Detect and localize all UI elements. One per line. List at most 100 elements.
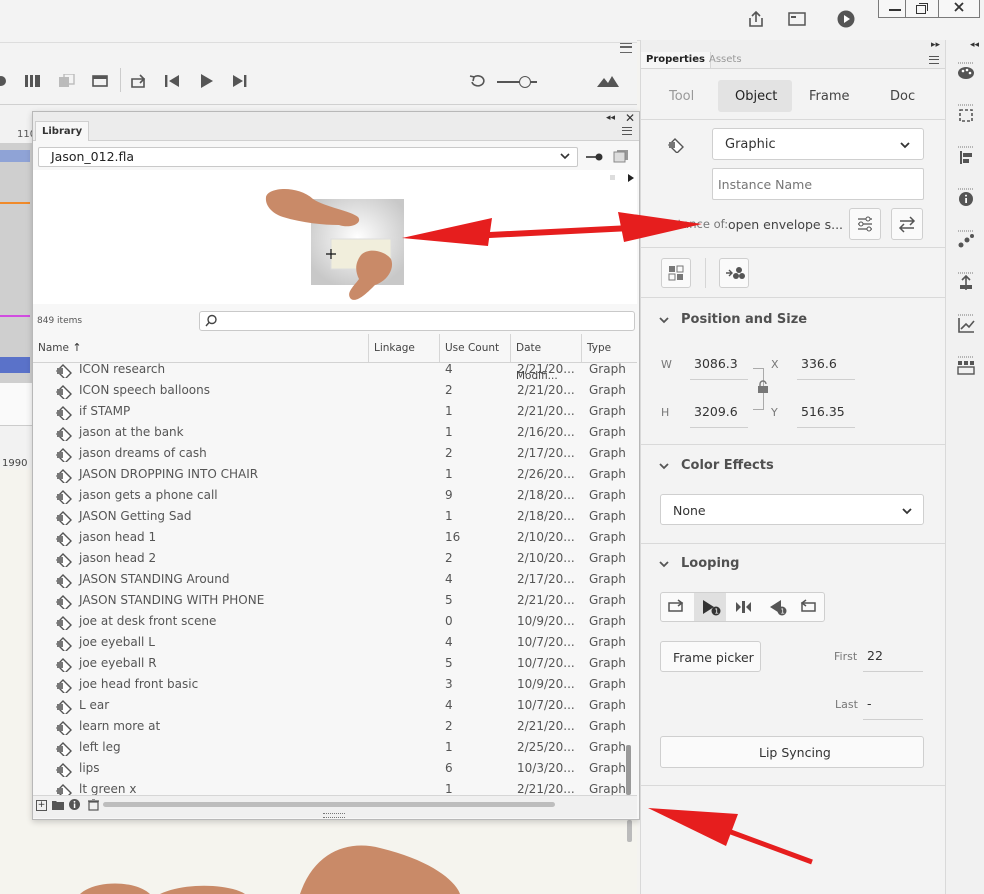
column-use-count[interactable]: Use Count <box>440 334 511 362</box>
tab-doc[interactable]: Doc <box>890 89 915 104</box>
first-frame-field[interactable]: 22 <box>867 648 883 663</box>
table-row[interactable]: jason dreams of cash 2 2/17/20... Graph <box>33 444 627 465</box>
stage-layout-icon[interactable] <box>92 74 108 88</box>
preview-play-icon[interactable] <box>627 173 635 183</box>
play-once-icon[interactable]: 1 <box>694 593 726 621</box>
width-field[interactable]: 3086.3 <box>694 356 738 371</box>
height-field[interactable]: 3209.6 <box>694 404 738 419</box>
x-field[interactable]: 336.6 <box>801 356 837 371</box>
table-row[interactable]: joe at desk front scene 0 10/9/20... Graph <box>33 612 627 633</box>
y-field[interactable]: 516.35 <box>801 404 845 419</box>
table-row[interactable]: joe eyeball R 5 10/7/20... Graph <box>33 654 627 675</box>
frame-picker-button[interactable]: Frame picker <box>660 641 761 672</box>
play-icon[interactable] <box>836 9 856 29</box>
table-row[interactable]: L ear 4 10/7/20... Graph <box>33 696 627 717</box>
column-date-modified[interactable]: Date Modifi... <box>511 334 582 382</box>
align-icon[interactable] <box>661 258 691 288</box>
step-back-icon[interactable] <box>164 74 180 88</box>
new-library-panel-icon[interactable] <box>613 149 629 163</box>
table-row[interactable]: JASON DROPPING INTO CHAIR 1 2/26/20... Grap… <box>33 465 627 486</box>
zoom-slider-handle[interactable] <box>519 76 531 88</box>
tab-frame[interactable]: Frame <box>809 89 850 104</box>
loop-icon[interactable] <box>130 73 148 89</box>
transform-icon[interactable] <box>955 102 977 124</box>
tab-object[interactable]: Object <box>718 80 792 112</box>
play-once-reverse-icon[interactable]: 1 <box>760 593 792 621</box>
table-row[interactable]: jason head 2 2 2/10/20... Graph <box>33 549 627 570</box>
lock-icon[interactable] <box>757 380 769 394</box>
align-panel-icon[interactable] <box>955 144 977 166</box>
single-frame-icon[interactable] <box>727 593 759 621</box>
column-type[interactable]: Type <box>582 334 637 362</box>
chevron-down-icon[interactable] <box>659 461 669 471</box>
chevron-down-icon[interactable] <box>659 559 669 569</box>
onion-skin-icon[interactable] <box>0 76 6 86</box>
panel-toggle-icon[interactable] <box>787 10 807 28</box>
close-panel-icon[interactable]: ✕ <box>625 111 635 125</box>
restore-icon[interactable] <box>905 0 939 18</box>
chevron-down-icon[interactable] <box>659 315 669 325</box>
last-frame-field[interactable]: - <box>867 696 872 711</box>
tab-properties[interactable]: Properties <box>641 52 711 68</box>
column-name[interactable]: Name ↑ <box>33 334 369 362</box>
scrollbar-thumb[interactable] <box>626 745 631 795</box>
swap-symbol-button[interactable] <box>891 208 923 240</box>
symbol-type-select[interactable]: Graphic <box>712 128 924 160</box>
library-menu-icon[interactable] <box>622 127 632 135</box>
loop-icon[interactable] <box>661 593 693 621</box>
info-icon[interactable] <box>69 799 80 810</box>
tab-assets[interactable]: Assets <box>709 52 742 67</box>
delete-icon[interactable] <box>88 799 99 811</box>
step-forward-icon[interactable] <box>232 74 248 88</box>
loop-reverse-icon[interactable] <box>793 593 825 621</box>
share-icon[interactable] <box>746 9 766 29</box>
table-row[interactable]: learn more at 2 2/21/20... Graph <box>33 717 627 738</box>
tab-tool[interactable]: Tool <box>669 89 694 104</box>
frames-icon[interactable] <box>25 74 41 88</box>
lip-syncing-button[interactable]: Lip Syncing <box>660 736 924 768</box>
column-linkage[interactable]: Linkage <box>369 334 440 362</box>
library-vertical-scrollbar[interactable] <box>625 363 633 799</box>
library-tab[interactable]: Library <box>35 121 90 141</box>
zoom-slider[interactable] <box>497 81 537 83</box>
library-horizontal-scrollbar[interactable] <box>103 802 555 807</box>
table-row[interactable]: lips 6 10/3/20... Graph <box>33 759 627 780</box>
palette-icon[interactable] <box>955 60 977 82</box>
table-row[interactable]: jason head 1 16 2/10/20... Graph <box>33 528 627 549</box>
new-folder-icon[interactable] <box>52 800 64 810</box>
table-row[interactable]: JASON STANDING WITH PHONE 5 2/21/20... Grap… <box>33 591 627 612</box>
info-panel-icon[interactable] <box>955 186 977 208</box>
properties-menu-icon[interactable] <box>929 56 939 64</box>
stage-scrollbar[interactable] <box>627 820 632 842</box>
library-search-input[interactable] <box>199 311 635 331</box>
resize-grip-icon[interactable] <box>323 813 345 818</box>
timeline-play-icon[interactable] <box>199 74 215 88</box>
edit-symbol-button[interactable] <box>849 208 881 240</box>
table-row[interactable]: left leg 1 2/25/20... Graph <box>33 738 627 759</box>
pin-icon[interactable] <box>586 152 604 162</box>
panel-menu-icon[interactable] <box>620 43 632 53</box>
expand-icon[interactable]: ◂◂ <box>970 40 979 50</box>
table-row[interactable]: if STAMP 1 2/21/20... Graph <box>33 402 627 423</box>
table-row[interactable]: ICON research 4 2/21/20... Graph <box>33 363 627 381</box>
table-row[interactable]: JASON Getting Sad 1 2/18/20... Graph <box>33 507 627 528</box>
edit-multiple-icon[interactable] <box>59 74 75 88</box>
table-row[interactable]: jason gets a phone call 9 2/18/20... Graph <box>33 486 627 507</box>
undo-icon[interactable] <box>468 73 486 89</box>
break-apart-icon[interactable] <box>719 258 749 288</box>
mountains-icon[interactable] <box>597 74 619 88</box>
table-row[interactable]: joe head front basic 3 10/9/20... Graph <box>33 675 627 696</box>
frame-picker-panel-icon[interactable] <box>955 354 977 376</box>
instance-name-input[interactable] <box>712 168 924 200</box>
collapse-icon[interactable]: ◂◂ <box>606 113 615 123</box>
components-icon[interactable] <box>955 270 977 292</box>
color-effect-select[interactable]: None <box>660 494 924 525</box>
collapse-icon[interactable]: ▸▸ <box>931 40 940 50</box>
table-row[interactable]: JASON STANDING Around 4 2/17/20... Graph <box>33 570 627 591</box>
table-row[interactable]: ICON speech balloons 2 2/21/20... Graph <box>33 381 627 402</box>
table-row[interactable]: joe eyeball L 4 10/7/20... Graph <box>33 633 627 654</box>
new-symbol-icon[interactable]: + <box>36 800 47 811</box>
library-file-select[interactable]: Jason_012.fla <box>38 147 578 167</box>
motion-presets-icon[interactable] <box>955 228 977 250</box>
close-icon[interactable] <box>938 0 980 18</box>
